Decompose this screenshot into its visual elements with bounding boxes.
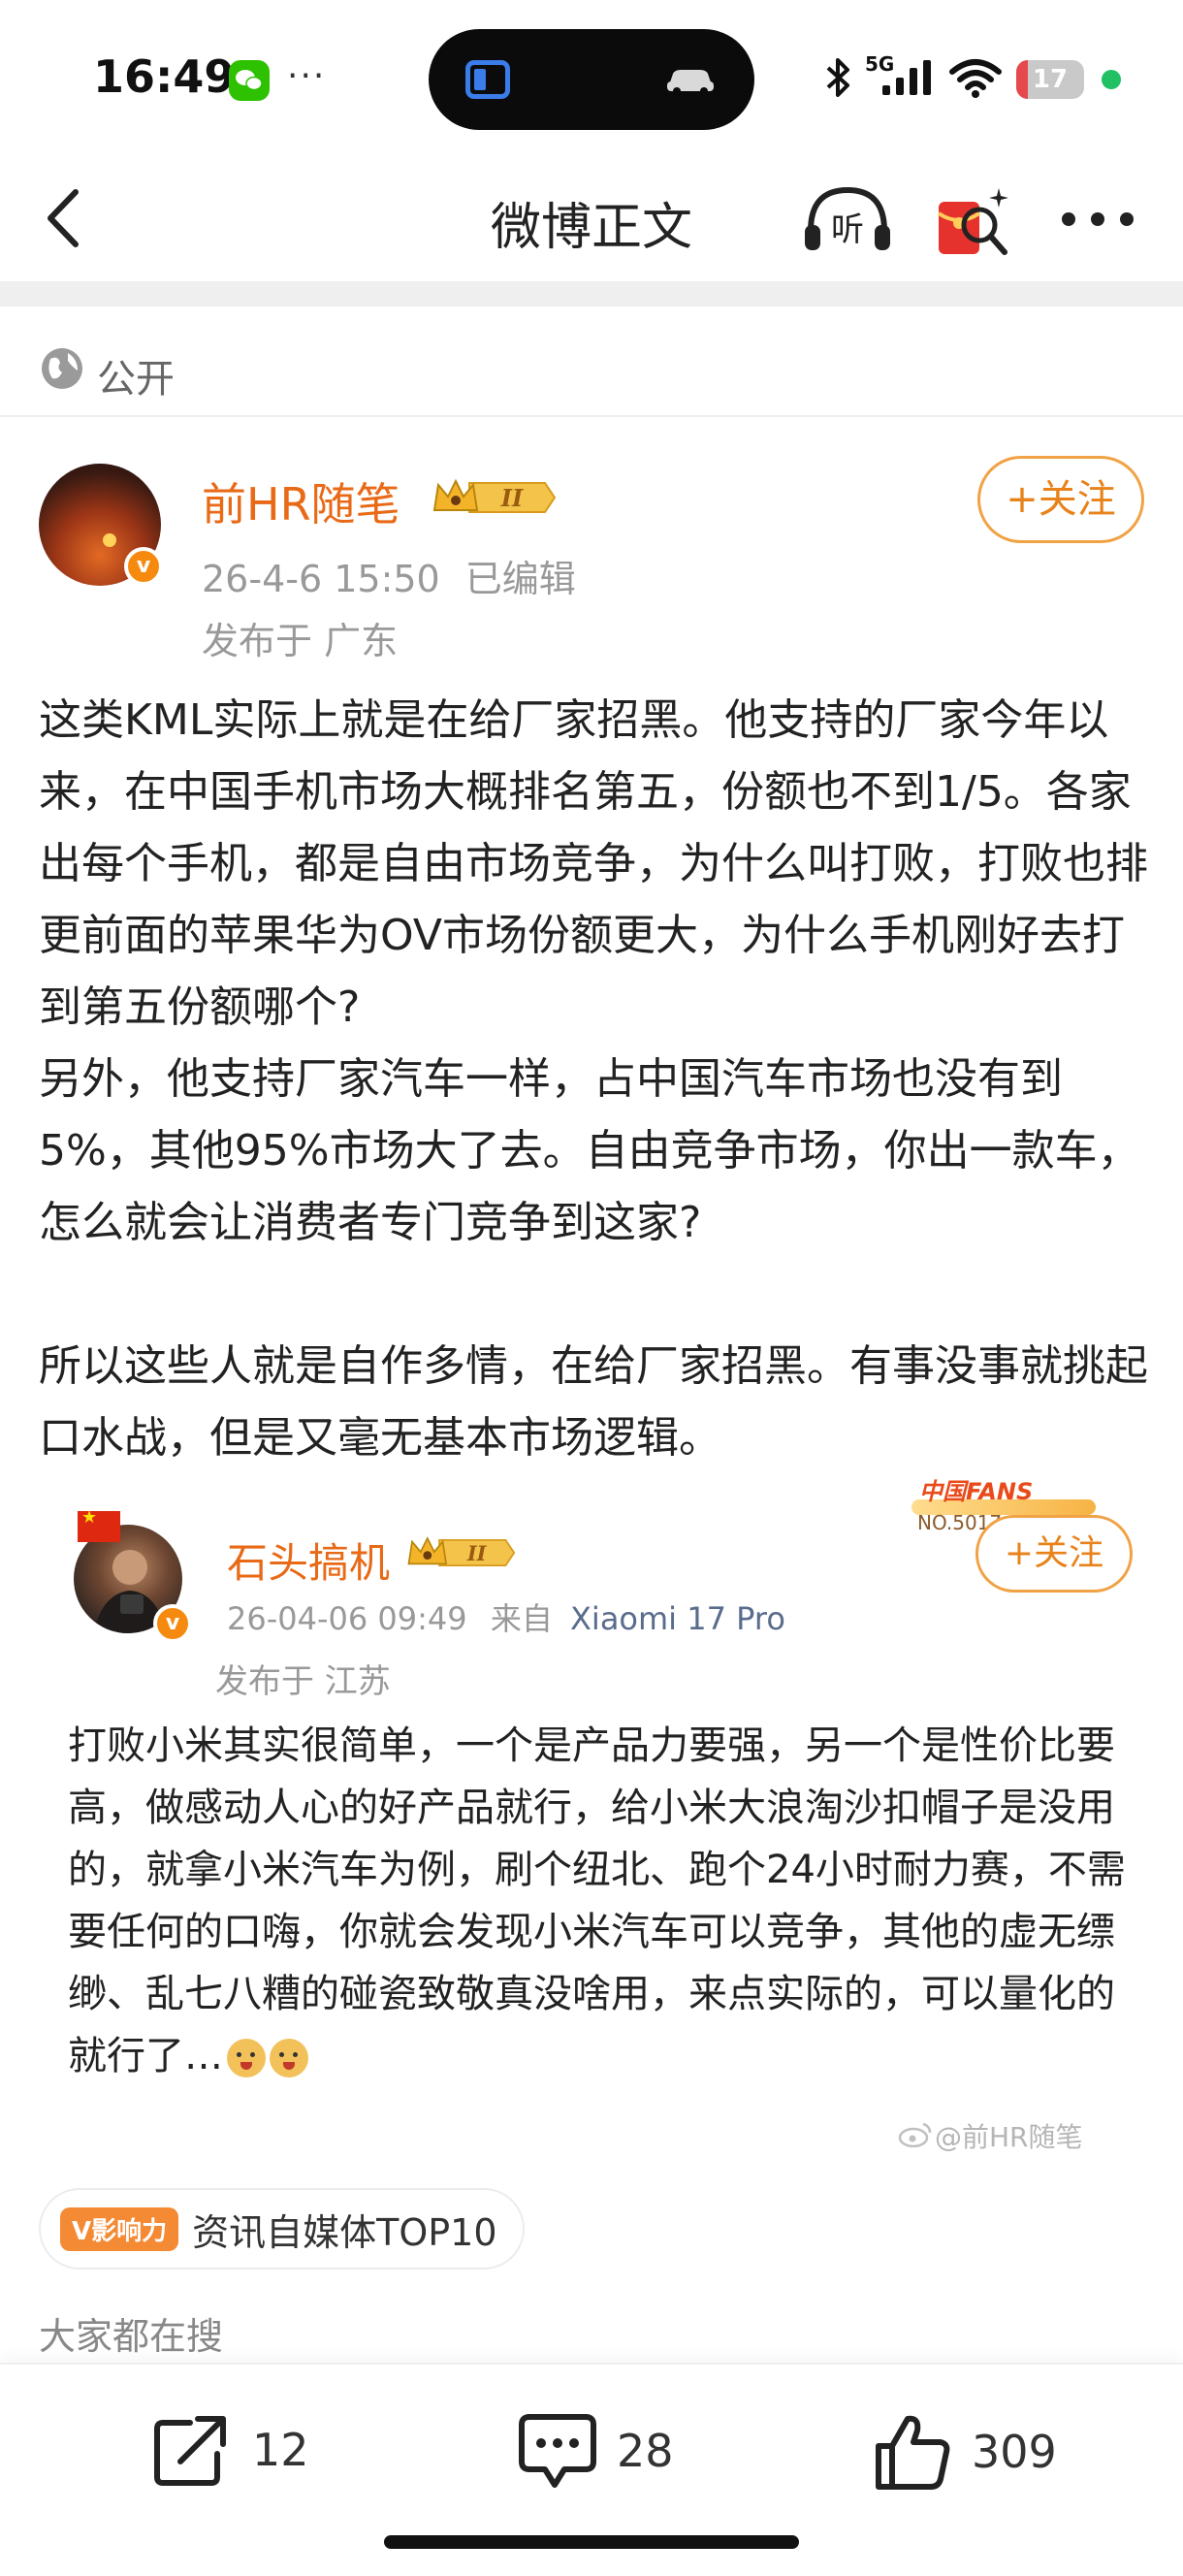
influence-text: 资讯自媒体TOP10 xyxy=(192,2210,497,2254)
dynamic-island xyxy=(429,29,754,130)
bluetooth-icon xyxy=(822,56,855,103)
repost-button[interactable]: 12 xyxy=(151,2411,309,2489)
listen-label: 听 xyxy=(831,210,864,249)
more-options-icon[interactable] xyxy=(1061,211,1135,231)
follow-button[interactable]: +关注 xyxy=(977,456,1144,543)
comment-icon xyxy=(519,2414,596,2488)
quoted-text: 打败小米其实很简单，一个是产品力要强，另一个是性价比要高，做感动人心的好产品就行… xyxy=(68,1723,1126,2078)
quoted-member-level-badge: II xyxy=(405,1532,516,1577)
watermark-text: @前HR随笔 xyxy=(935,2121,1083,2153)
member-level-badge: II xyxy=(431,475,557,524)
globe-icon xyxy=(39,345,85,396)
like-button[interactable]: 309 xyxy=(871,2411,1057,2493)
post-meta: 26-4-6 15:50 已编辑 xyxy=(202,549,601,602)
status-time: 16:49 xyxy=(93,50,236,103)
repost-count: 12 xyxy=(252,2424,309,2476)
repost-icon xyxy=(154,2416,226,2486)
avatar-sun xyxy=(103,533,116,547)
quoted-source-prefix: 来自 xyxy=(490,1600,553,1637)
verified-badge: v xyxy=(124,547,163,586)
post-location: 发布于 广东 xyxy=(202,620,399,662)
visibility-row: 公开 xyxy=(0,320,1183,417)
post-timestamp: 26-4-6 15:50 xyxy=(202,558,440,600)
like-thumb-icon xyxy=(876,2415,950,2490)
wifi-icon xyxy=(948,58,1003,103)
like-count: 309 xyxy=(972,2426,1057,2478)
china-flag-icon xyxy=(78,1507,120,1542)
quoted-source-device[interactable]: Xiaomi 17 Pro xyxy=(570,1600,785,1637)
quoted-member-level-text: II xyxy=(466,1541,488,1565)
post-body: 这类KML实际上就是在给厂家招黑。他支持的厂家今年以来，在中国手机市场大概排名第… xyxy=(39,685,1154,1474)
post-paragraph: 所以这些人就是自作多情，在给厂家招黑。有事没事就挑起口水战，但是又毫无基本市场逻… xyxy=(39,1341,1148,1463)
quoted-follow-button[interactable]: +关注 xyxy=(975,1515,1133,1593)
status-more-indicator: ··· xyxy=(287,56,327,96)
post-paragraph: 另外，他支持厂家汽车一样，占中国汽车市场也没有到5%，其他95%市场大了去。自由… xyxy=(39,1054,1140,1247)
doge-emoji-icon xyxy=(270,2039,308,2077)
battery-level-text: 17 xyxy=(1032,65,1069,94)
car-icon xyxy=(663,62,718,101)
comment-count: 28 xyxy=(617,2425,674,2477)
screen-mirror-icon xyxy=(465,60,510,99)
home-indicator[interactable] xyxy=(384,2535,799,2549)
edited-label: 已编辑 xyxy=(464,558,576,600)
quoted-body: 打败小米其实很简单，一个是产品力要强，另一个是性价比要高，做感动人心的好产品就行… xyxy=(68,1715,1135,2087)
quoted-author-name[interactable]: 石头搞机 xyxy=(227,1530,390,1590)
doge-emoji-icon xyxy=(227,2039,266,2077)
red-packet-search-icon[interactable] xyxy=(931,184,1012,266)
listen-headphone-icon[interactable]: 听 xyxy=(801,182,894,260)
quoted-timestamp: 26-04-06 09:49 xyxy=(227,1600,467,1637)
author-name[interactable]: 前HR随笔 xyxy=(202,469,400,533)
member-level-text: II xyxy=(500,484,524,512)
quoted-location: 发布于 江苏 xyxy=(215,1662,391,1701)
privacy-indicator-dot xyxy=(1102,70,1121,89)
cellular-signal-icon xyxy=(880,58,935,101)
status-bar: 16:49 ··· 5G 17 xyxy=(0,0,1183,155)
wechat-icon xyxy=(229,60,270,101)
visibility-label: 公开 xyxy=(97,357,175,402)
section-divider xyxy=(0,281,1183,306)
trending-search-heading: 大家都在搜 xyxy=(39,2315,224,2358)
nav-bar: 微博正文 听 xyxy=(0,155,1183,281)
comment-button[interactable]: 28 xyxy=(516,2411,674,2491)
influence-tag[interactable]: V影响力 资讯自媒体TOP10 xyxy=(39,2188,525,2270)
quoted-verified-badge: v xyxy=(153,1604,192,1643)
influence-badge: V影响力 xyxy=(60,2206,179,2251)
battery-indicator: 17 xyxy=(1016,60,1084,99)
post-paragraph: 这类KML实际上就是在给厂家招黑。他支持的厂家今年以来，在中国手机市场大概排名第… xyxy=(39,695,1148,1032)
quoted-meta: 26-04-06 09:49 来自 Xiaomi 17 Pro xyxy=(227,1594,785,1639)
weibo-watermark-icon xyxy=(898,2120,933,2151)
